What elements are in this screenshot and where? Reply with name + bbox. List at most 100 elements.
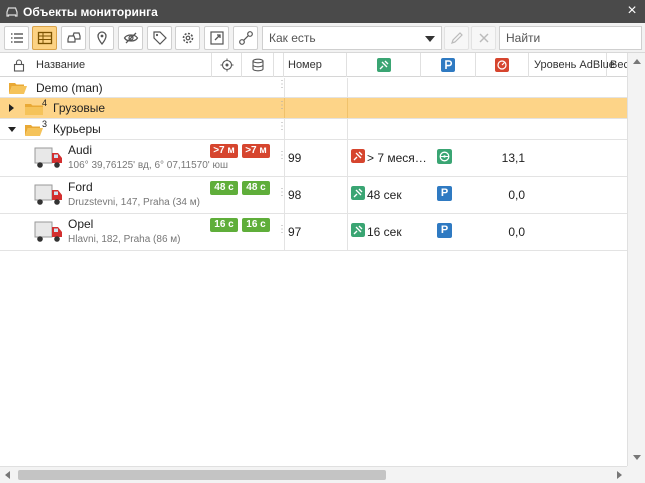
folder-open-icon xyxy=(25,125,43,136)
map-pin-icon xyxy=(96,31,107,46)
close-icon[interactable]: × xyxy=(623,2,641,20)
satellite-icon xyxy=(351,186,365,200)
column-locate[interactable] xyxy=(212,53,242,77)
unit-address: Druzstevni, 147, Praha (34 м) xyxy=(68,197,200,208)
adblue-level: 0,0 xyxy=(508,225,525,239)
expand-arrow-icon[interactable] xyxy=(9,104,14,112)
connection-time: 16 сек xyxy=(367,225,402,239)
gear-icon xyxy=(182,32,193,44)
tags-button[interactable] xyxy=(147,26,172,50)
parking-icon xyxy=(441,58,455,72)
row-menu-handle[interactable]: ⋮ xyxy=(277,122,287,132)
column-connection[interactable] xyxy=(347,53,421,77)
hide-button[interactable] xyxy=(118,26,143,50)
row-menu-handle[interactable]: ⋮ xyxy=(277,188,287,198)
group-count: 3 xyxy=(42,119,48,129)
units-button[interactable] xyxy=(61,26,86,50)
column-sensor[interactable] xyxy=(476,53,529,77)
divider xyxy=(284,177,285,213)
horizontal-scrollbar[interactable] xyxy=(0,466,627,483)
truck-icon xyxy=(34,221,62,242)
row-menu-handle[interactable]: ⋮ xyxy=(277,80,287,90)
export-button[interactable] xyxy=(204,26,229,50)
toolbar: Как есть xyxy=(0,23,645,53)
filter-dropdown-value: Как есть xyxy=(269,31,316,45)
scroll-left-icon[interactable] xyxy=(5,471,10,479)
adblue-level: 13,1 xyxy=(501,151,525,165)
divider xyxy=(284,119,285,139)
search-input[interactable] xyxy=(499,26,642,50)
car-icon xyxy=(6,6,18,17)
connection-time: > 7 меся… xyxy=(367,151,427,165)
column-resize-handle[interactable] xyxy=(274,53,284,77)
group-label: Курьеры xyxy=(53,122,101,136)
window-titlebar: Объекты мониторинга × xyxy=(0,0,645,23)
unit-number: 99 xyxy=(288,151,302,165)
vertical-scrollbar[interactable] xyxy=(627,53,645,466)
table-view-button[interactable] xyxy=(32,26,57,50)
settings-button[interactable] xyxy=(175,26,200,50)
group-row-demo[interactable]: Demo (man) ⋮ xyxy=(0,78,627,98)
column-state[interactable] xyxy=(421,53,476,77)
scroll-down-icon[interactable] xyxy=(633,455,641,460)
divider xyxy=(347,98,348,118)
group-label: Demo (man) xyxy=(36,80,103,95)
column-number[interactable]: Номер xyxy=(284,53,347,77)
unit-address: 106° 39,76125' вд, 6° 07,11570' юш xyxy=(68,160,228,171)
satellite-icon xyxy=(376,58,391,72)
truck-icon xyxy=(34,184,62,205)
collapse-arrow-icon[interactable] xyxy=(8,127,16,132)
scrollbar-thumb[interactable] xyxy=(18,470,386,480)
list-view-button[interactable] xyxy=(4,26,29,50)
connection-time: 48 сек xyxy=(367,188,402,202)
group-row-trucks[interactable]: 4 Грузовые ⋮ xyxy=(0,98,627,119)
unit-name: Audi xyxy=(68,143,93,157)
last-position-badge: 48 с xyxy=(242,181,270,195)
column-weight[interactable]: Вес xyxy=(607,53,627,77)
column-name[interactable]: Название xyxy=(0,53,212,77)
scroll-right-icon[interactable] xyxy=(617,471,622,479)
group-label: Грузовые xyxy=(53,101,106,115)
chevron-down-icon xyxy=(425,36,435,42)
row-menu-handle[interactable]: ⋮ xyxy=(277,225,287,235)
last-message-badge: >7 м xyxy=(210,144,238,158)
scrollbar-corner xyxy=(627,466,645,483)
column-adblue-label: Уровень AdBlue xyxy=(534,59,615,71)
last-message-badge: 48 с xyxy=(210,181,238,195)
divider xyxy=(347,78,348,97)
filter-dropdown[interactable]: Как есть xyxy=(262,26,442,50)
last-message-badge: 16 с xyxy=(210,218,238,232)
clear-button[interactable] xyxy=(471,26,496,50)
satellite-off-icon xyxy=(351,149,365,163)
edit-button[interactable] xyxy=(444,26,469,50)
adblue-level: 0,0 xyxy=(508,188,525,202)
truck-icon xyxy=(34,147,62,168)
parking-icon: P xyxy=(437,223,452,238)
connect-button[interactable] xyxy=(233,26,258,50)
unit-row-opel[interactable]: Opel 16 с 16 с Hlavni, 182, Praha (86 м)… xyxy=(0,214,627,251)
unit-number: 98 xyxy=(288,188,302,202)
divider xyxy=(347,119,348,139)
unit-row-audi[interactable]: Audi >7 м >7 м 106° 39,76125' вд, 6° 07,… xyxy=(0,140,627,177)
row-menu-handle[interactable]: ⋮ xyxy=(277,101,287,111)
divider xyxy=(347,214,348,250)
column-data[interactable] xyxy=(242,53,274,77)
steering-wheel-icon xyxy=(437,149,452,164)
geofences-button[interactable] xyxy=(89,26,114,50)
pencil-icon xyxy=(450,32,463,44)
scroll-up-icon[interactable] xyxy=(633,59,641,64)
table-header: Название Номер Уровень AdBlue Вес xyxy=(0,53,627,77)
tag-icon xyxy=(152,31,167,45)
link-icon xyxy=(238,31,253,45)
divider xyxy=(284,98,285,118)
satellite-icon xyxy=(351,223,365,237)
vehicles-icon xyxy=(66,32,81,43)
unit-row-ford[interactable]: Ford 48 с 48 с Druzstevni, 147, Praha (3… xyxy=(0,177,627,214)
gauge-icon xyxy=(495,58,509,72)
folder-open-icon xyxy=(9,83,27,94)
close-icon xyxy=(478,33,489,43)
row-menu-handle[interactable]: ⋮ xyxy=(277,151,287,161)
column-adblue[interactable]: Уровень AdBlue xyxy=(529,53,615,77)
group-row-couriers[interactable]: 3 Курьеры ⋮ xyxy=(0,119,627,140)
eye-slash-icon xyxy=(123,32,138,44)
